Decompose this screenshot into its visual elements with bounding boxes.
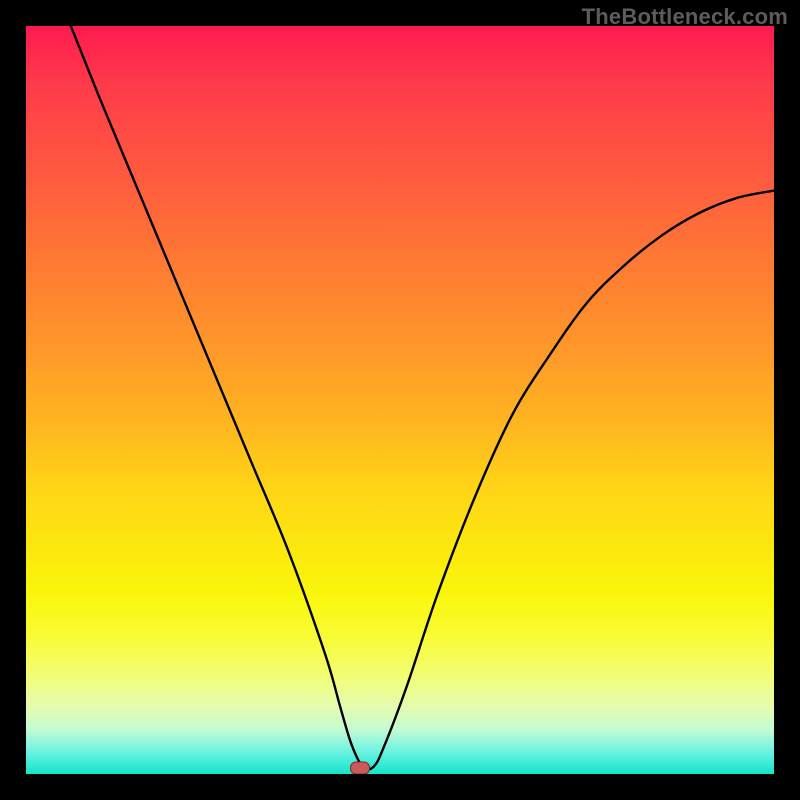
minimum-marker (350, 762, 370, 774)
bottleneck-curve (26, 26, 774, 774)
chart-frame: TheBottleneck.com (0, 0, 800, 800)
watermark-text: TheBottleneck.com (582, 4, 788, 30)
plot-area (26, 26, 774, 774)
